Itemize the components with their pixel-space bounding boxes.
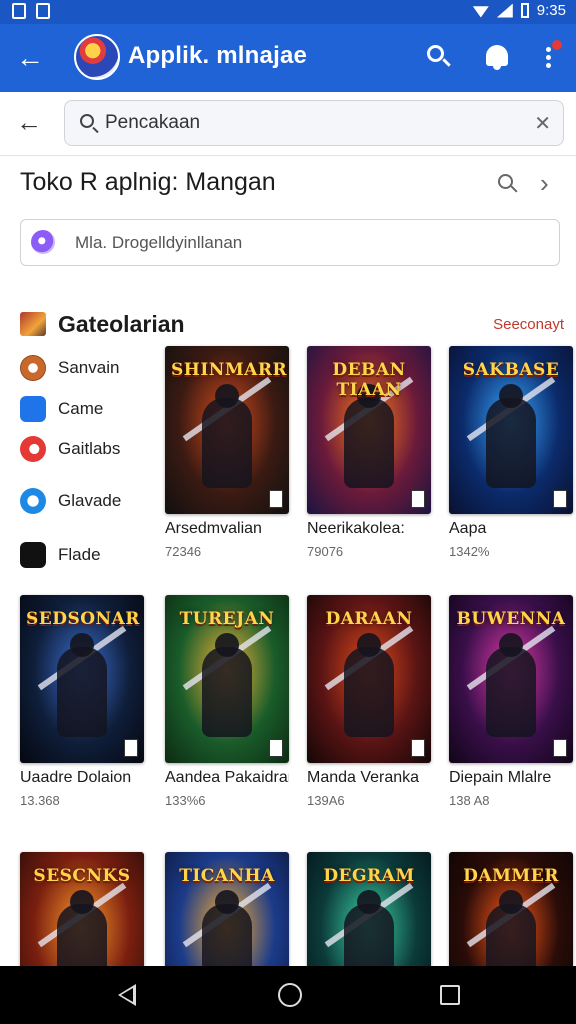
game-card[interactable]: DEBAN TIAAN Neerikakolea: 79076 bbox=[307, 346, 431, 559]
see-all-link[interactable]: Seeconayt bbox=[493, 316, 564, 333]
search-icon bbox=[80, 114, 94, 128]
app-logo bbox=[74, 34, 120, 80]
category-label: Gaitlabs bbox=[58, 439, 121, 458]
notification-bell-icon[interactable] bbox=[482, 42, 512, 72]
game-cover[interactable]: TUREJAN bbox=[165, 595, 289, 763]
age-rating-icon bbox=[553, 490, 567, 508]
notification-icon bbox=[12, 3, 26, 19]
game-cover[interactable]: DARAAN bbox=[307, 595, 431, 763]
categories-title: Gateolarian bbox=[58, 311, 185, 337]
chevron-right-icon[interactable]: › bbox=[540, 168, 549, 199]
search-row: ← ✕ bbox=[0, 92, 576, 156]
game-cover[interactable]: BUWENNA bbox=[449, 595, 573, 763]
search-icon[interactable] bbox=[424, 42, 454, 72]
game-name: Manda Veranka bbox=[307, 769, 420, 786]
category-item[interactable]: Gaitlabs bbox=[20, 434, 160, 464]
category-label: Glavade bbox=[58, 491, 122, 510]
category-label: Came bbox=[58, 399, 104, 418]
age-rating-icon bbox=[411, 739, 425, 757]
assistant-icon bbox=[31, 230, 55, 254]
age-rating-icon bbox=[124, 739, 138, 757]
game-meta: 138 A8 bbox=[449, 793, 490, 808]
age-rating-icon bbox=[269, 739, 283, 757]
more-options-icon[interactable] bbox=[534, 40, 564, 72]
game-name: Neerikakolea: bbox=[307, 520, 405, 537]
clear-icon[interactable]: ✕ bbox=[534, 111, 551, 136]
system-nav-bar bbox=[0, 966, 576, 1024]
back-triangle-icon[interactable] bbox=[118, 984, 136, 1006]
back-arrow-icon[interactable]: ← bbox=[16, 107, 42, 138]
back-arrow-icon[interactable]: ← bbox=[14, 42, 46, 74]
wifi-icon bbox=[472, 6, 489, 18]
game-card[interactable]: BUWENNA Diepain Mlalre 138 A8 bbox=[449, 595, 573, 808]
search-box[interactable]: ✕ bbox=[64, 100, 564, 146]
page-title: Toko R aplnig: Mangan bbox=[20, 168, 276, 196]
category-item[interactable]: Sanvain bbox=[20, 353, 160, 383]
game-name: Aapa bbox=[449, 520, 487, 537]
category-item[interactable]: Flade bbox=[20, 540, 160, 570]
game-meta: 79076 bbox=[307, 544, 344, 559]
age-rating-icon bbox=[411, 490, 425, 508]
check-icon bbox=[20, 396, 46, 422]
filter-box[interactable] bbox=[20, 219, 560, 266]
recent-square-icon[interactable] bbox=[440, 985, 460, 1005]
game-cover[interactable]: SHINMARR bbox=[165, 346, 289, 514]
game-name: Uaadre Dolaion bbox=[20, 769, 132, 786]
filter-input[interactable] bbox=[75, 230, 545, 256]
status-time: 9:35 bbox=[536, 2, 566, 19]
game-name: Arsedmvalian bbox=[165, 520, 262, 537]
bubble-icon bbox=[20, 488, 46, 514]
age-rating-icon bbox=[269, 490, 283, 508]
game-meta: 133%6 bbox=[165, 793, 206, 808]
game-meta: 139A6 bbox=[307, 793, 345, 808]
game-card[interactable]: SAKBASE Aapa 1342% bbox=[449, 346, 573, 559]
game-meta: 72346 bbox=[165, 544, 202, 559]
search-input[interactable] bbox=[105, 109, 525, 137]
game-meta: 1342% bbox=[449, 544, 490, 559]
category-item[interactable]: Came bbox=[20, 394, 160, 424]
game-cover[interactable]: SAKBASE bbox=[449, 346, 573, 514]
game-card[interactable]: DARAAN Manda Veranka 139A6 bbox=[307, 595, 431, 808]
category-label: Flade bbox=[58, 545, 101, 564]
game-card[interactable]: SHINMARR Arsedmvalian 72346 bbox=[165, 346, 289, 559]
game-card[interactable]: TUREJAN Aandea Pakaidran 133%6 bbox=[165, 595, 289, 808]
game-cover[interactable]: DEBAN TIAAN bbox=[307, 346, 431, 514]
game-meta: 13.368 bbox=[20, 793, 60, 808]
status-bar: 9:35 bbox=[0, 0, 576, 24]
home-circle-icon[interactable] bbox=[278, 983, 302, 1007]
search-icon[interactable] bbox=[496, 172, 520, 196]
battery-icon bbox=[520, 3, 529, 18]
app-bar: ← Applik. mlnajae bbox=[0, 24, 576, 92]
category-label: Sanvain bbox=[58, 358, 120, 377]
signal-icon bbox=[496, 3, 513, 18]
game-cover[interactable]: SEDSONAR bbox=[20, 595, 144, 763]
coin-icon bbox=[20, 355, 46, 381]
film-icon bbox=[20, 542, 46, 568]
game-name: Aandea Pakaidran bbox=[165, 769, 289, 786]
category-icon bbox=[20, 312, 46, 336]
app-title: Applik. mlnajae bbox=[128, 42, 308, 69]
age-rating-icon bbox=[553, 739, 567, 757]
category-item[interactable]: Glavade bbox=[20, 486, 160, 516]
game-name: Diepain Mlalre bbox=[449, 769, 552, 786]
game-card[interactable]: SEDSONAR Uaadre Dolaion 13.368 bbox=[20, 595, 144, 808]
notification-icon bbox=[36, 3, 50, 19]
record-icon bbox=[20, 436, 46, 462]
